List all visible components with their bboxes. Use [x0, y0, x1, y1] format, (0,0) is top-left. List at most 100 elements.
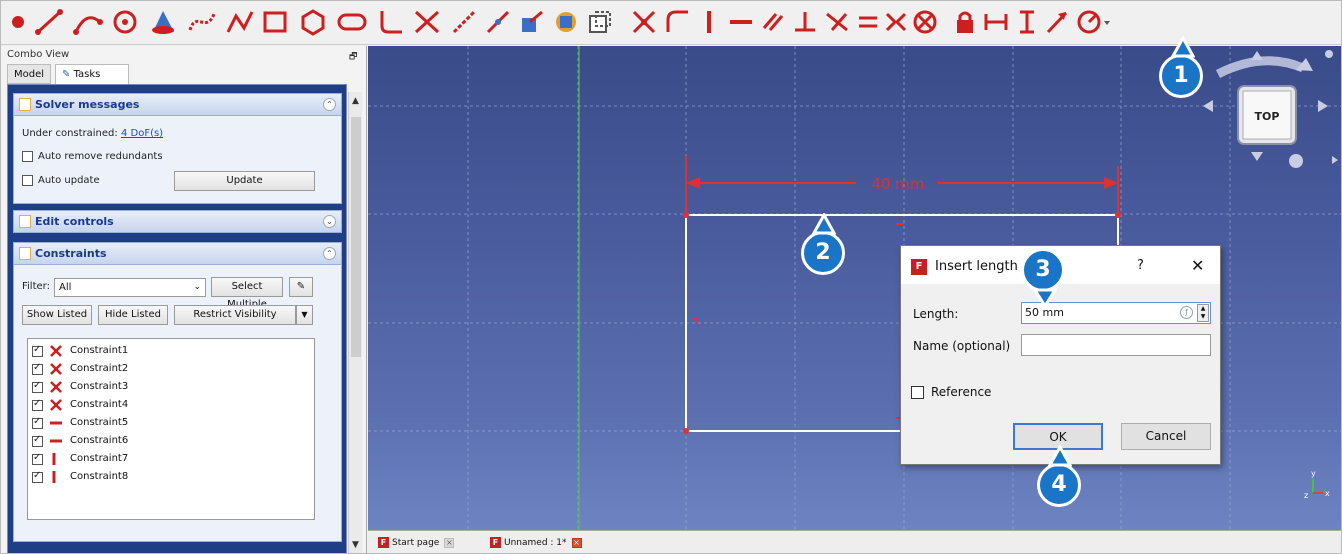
coincident-constraint-icon[interactable]: [629, 5, 659, 39]
scroll-up-icon[interactable]: ▲: [352, 96, 359, 106]
settings-icon[interactable]: ✎: [289, 277, 313, 297]
constraint-row[interactable]: Constraint8: [32, 469, 302, 486]
name-input[interactable]: [1021, 334, 1211, 356]
expand-icon[interactable]: ⌄: [323, 215, 336, 228]
scroll-thumb[interactable]: [351, 117, 361, 357]
tangent-constraint-icon[interactable]: [823, 5, 851, 39]
expression-icon[interactable]: ƒ: [1180, 306, 1193, 319]
split-tool-icon[interactable]: [483, 5, 513, 39]
constraint-row[interactable]: Constraint4: [32, 397, 302, 414]
close-icon[interactable]: ✕: [1191, 256, 1204, 275]
update-button[interactable]: Update: [174, 171, 315, 191]
restrict-visibility-button[interactable]: Restrict Visibility: [174, 305, 296, 325]
distance-constraint-icon[interactable]: [1043, 5, 1071, 39]
reference-checkbox[interactable]: [911, 386, 924, 399]
point-on-object-icon[interactable]: [663, 5, 693, 39]
perpendicular-constraint-icon[interactable]: [791, 5, 819, 39]
constraints-header[interactable]: Constraints ⌃: [14, 243, 341, 265]
constraint-row[interactable]: Constraint6: [32, 433, 302, 450]
constraint-visibility-checkbox[interactable]: [32, 380, 43, 393]
fillet-tool-icon[interactable]: [375, 5, 405, 39]
construction-mode-icon[interactable]: [585, 5, 615, 39]
callout-badge: 1: [1159, 54, 1203, 98]
polygon-tool-icon[interactable]: [297, 5, 331, 39]
navigation-cube[interactable]: TOP: [1203, 50, 1338, 168]
dof-link[interactable]: 4 DoF(s): [121, 128, 163, 139]
float-icon[interactable]: 🗗: [349, 49, 357, 65]
polyline-tool-icon[interactable]: [223, 5, 257, 39]
constraint-visibility-checkbox[interactable]: [32, 416, 43, 429]
auto-remove-redundants-checkbox[interactable]: [22, 151, 33, 162]
scroll-down-icon[interactable]: ▼: [352, 540, 359, 550]
trim-tool-icon[interactable]: [411, 5, 445, 39]
constraint-visibility-checkbox[interactable]: [32, 362, 43, 375]
collapse-icon[interactable]: ⌃: [323, 98, 336, 111]
freecad-icon: F: [490, 537, 501, 548]
constraint-visibility-checkbox[interactable]: [32, 434, 43, 447]
length-spinner[interactable]: ▲ ▼: [1197, 304, 1209, 322]
task-panel: Solver messages ⌃ Under constrained: 4 D…: [7, 84, 347, 553]
chevron-down-icon: ⌄: [193, 282, 201, 292]
close-tab-icon[interactable]: ×: [571, 537, 582, 548]
circle-tool-icon[interactable]: [109, 5, 143, 39]
block-constraint-icon[interactable]: [911, 5, 939, 39]
freecad-icon: F: [911, 259, 927, 275]
edit-controls-header[interactable]: Edit controls ⌄: [14, 211, 341, 233]
constraint-row[interactable]: Constraint1: [32, 343, 302, 360]
lock-constraint-icon[interactable]: [951, 5, 979, 39]
extend-tool-icon[interactable]: [449, 5, 479, 39]
constraint-visibility-checkbox[interactable]: [32, 398, 43, 411]
constraint-visibility-checkbox[interactable]: [32, 470, 43, 483]
rectangle-tool-icon[interactable]: [259, 5, 293, 39]
vertical-distance-icon[interactable]: [1015, 5, 1039, 39]
radius-constraint-icon[interactable]: [1075, 5, 1111, 39]
tab-tasks[interactable]: ✎ Tasks: [55, 64, 129, 84]
dimension-label[interactable]: 40 mm: [871, 175, 924, 193]
tab-unnamed-label: Unnamed : 1*: [504, 538, 567, 548]
constraints-panel: Constraints ⌃ Filter: All ⌄ Select Multip…: [13, 242, 342, 542]
hide-listed-button[interactable]: Hide Listed: [98, 305, 168, 325]
vertical-constraint-icon[interactable]: [701, 5, 717, 39]
constraint-row[interactable]: Constraint5: [32, 415, 302, 432]
point-tool-icon[interactable]: [7, 5, 29, 39]
axis-triad-icon: y x z: [1304, 469, 1330, 500]
horizontal-constraint-icon[interactable]: [727, 5, 755, 39]
constraint-visibility-checkbox[interactable]: [32, 452, 43, 465]
collapse-icon[interactable]: ⌃: [323, 247, 336, 260]
constraint-row[interactable]: Constraint3: [32, 379, 302, 396]
navcube-face-label: TOP: [1255, 110, 1280, 123]
arc-tool-icon[interactable]: [71, 5, 105, 39]
constraint-row[interactable]: Constraint7: [32, 451, 302, 468]
under-constrained-label: Under constrained:: [22, 128, 118, 139]
callout-pointer: [1171, 36, 1195, 58]
select-multiple-button[interactable]: Select Multiple: [211, 277, 283, 310]
line-tool-icon[interactable]: [33, 5, 67, 39]
bspline-tool-icon[interactable]: [185, 5, 219, 39]
panel-icon: [19, 215, 31, 228]
parallel-constraint-icon[interactable]: [759, 5, 787, 39]
show-listed-button[interactable]: Show Listed: [22, 305, 92, 325]
tab-unnamed[interactable]: F Unnamed : 1* ×: [490, 534, 582, 552]
conic-tool-icon[interactable]: [147, 5, 181, 39]
horizontal-constraint-icon: [49, 434, 63, 448]
help-button[interactable]: ?: [1137, 258, 1144, 273]
external-geometry-icon[interactable]: [517, 5, 547, 39]
tab-model[interactable]: Model: [7, 64, 51, 84]
constraint-row[interactable]: Constraint2: [32, 361, 302, 378]
close-tab-icon[interactable]: ×: [444, 537, 455, 548]
pencil-icon: ✎: [62, 69, 74, 80]
cancel-button[interactable]: Cancel: [1121, 423, 1211, 450]
task-scrollbar[interactable]: ▲ ▼: [348, 92, 362, 553]
filter-select[interactable]: All ⌄: [54, 278, 206, 297]
auto-update-checkbox[interactable]: [22, 175, 33, 186]
solver-messages-header[interactable]: Solver messages ⌃: [14, 94, 341, 116]
symmetric-constraint-icon[interactable]: [883, 5, 909, 39]
restrict-visibility-dropdown[interactable]: ▼: [296, 305, 313, 325]
carbon-copy-icon[interactable]: [551, 5, 581, 39]
tab-start-page[interactable]: F Start page ×: [378, 534, 455, 552]
length-label: Length:: [913, 307, 959, 321]
equal-constraint-icon[interactable]: [855, 5, 881, 39]
slot-tool-icon[interactable]: [335, 5, 369, 39]
constraint-visibility-checkbox[interactable]: [32, 344, 43, 357]
horizontal-distance-icon[interactable]: [981, 5, 1011, 39]
